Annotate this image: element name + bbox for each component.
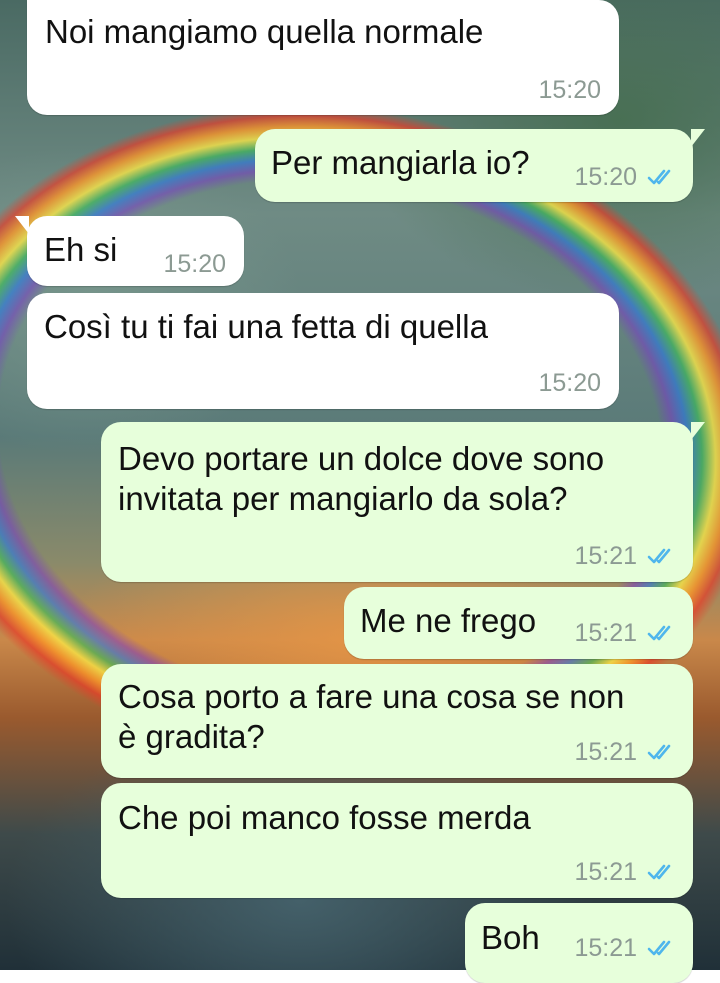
message-text: Che poi manco fosse merda (118, 799, 531, 836)
message-meta: 15:20 (538, 76, 601, 104)
message-bubble-incoming[interactable]: Eh si 15:20 (15, 216, 244, 286)
message-time: 15:21 (574, 738, 637, 766)
message-time: 15:20 (538, 76, 601, 104)
bubble-tail (691, 422, 705, 440)
message-meta: 15:21 (574, 738, 677, 766)
double-check-icon (647, 940, 671, 956)
message-text: Eh si (44, 231, 118, 268)
message-time: 15:20 (163, 250, 226, 278)
message-bubble-incoming[interactable]: Così tu ti fai una fetta di quella 15:20 (27, 293, 619, 409)
message-meta: 15:21 (574, 934, 677, 962)
message-time: 15:20 (538, 369, 601, 397)
message-bubble-outgoing[interactable]: Che poi manco fosse merda 15:21 (101, 783, 693, 898)
double-check-icon (647, 169, 671, 185)
bubble-tail (15, 216, 29, 234)
message-bubble-outgoing[interactable]: Per mangiarla io? 15:20 (255, 129, 705, 202)
message-meta: 15:21 (574, 619, 677, 647)
message-bubble-outgoing[interactable]: Boh 15:21 (465, 903, 693, 983)
message-time: 15:21 (574, 934, 637, 962)
message-meta: 15:20 (574, 163, 677, 191)
message-bubble-outgoing[interactable]: Devo portare un dolce dove sono invitata… (101, 422, 705, 582)
message-bubble-incoming[interactable]: Noi mangiamo quella normale 15:20 (27, 0, 619, 115)
message-bubble-outgoing[interactable]: Cosa porto a fare una cosa se non è grad… (101, 664, 693, 778)
message-meta: 15:20 (163, 250, 226, 278)
message-time: 15:20 (574, 163, 637, 191)
double-check-icon (647, 864, 671, 880)
message-time: 15:21 (574, 619, 637, 647)
message-text: Così tu ti fai una fetta di quella (44, 308, 488, 345)
message-time: 15:21 (574, 542, 637, 570)
message-meta: 15:21 (574, 542, 677, 570)
double-check-icon (647, 744, 671, 760)
double-check-icon (647, 625, 671, 641)
bubble-tail (691, 129, 705, 147)
message-text: Cosa porto a fare una cosa se non è grad… (118, 678, 625, 755)
message-bubble-outgoing[interactable]: Me ne frego 15:21 (344, 587, 693, 659)
double-check-icon (647, 548, 671, 564)
message-meta: 15:20 (538, 369, 601, 397)
message-text: Me ne frego (360, 602, 537, 639)
message-meta: 15:21 (574, 858, 677, 886)
message-text: Devo portare un dolce dove sono invitata… (118, 440, 605, 517)
message-time: 15:21 (574, 858, 637, 886)
message-text: Noi mangiamo quella normale (45, 13, 484, 50)
message-text: Boh (481, 919, 540, 956)
message-text: Per mangiarla io? (271, 144, 530, 181)
